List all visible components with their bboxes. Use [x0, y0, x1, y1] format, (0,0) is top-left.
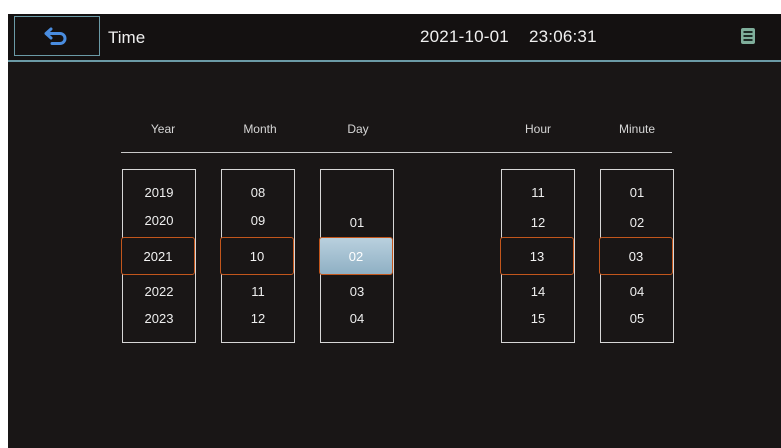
hour-option[interactable]: 11 [502, 183, 574, 203]
minute-label: Minute [618, 122, 656, 136]
minute-picker[interactable]: 01 02 03 04 05 [599, 169, 674, 343]
day-option[interactable]: 03 [321, 282, 393, 302]
month-option[interactable]: 09 [222, 211, 294, 231]
day-label: Day [347, 122, 369, 136]
back-button[interactable] [14, 16, 100, 56]
year-selected[interactable]: 2021 [121, 237, 195, 275]
time-settings-screen: Time 2021-10-01 23:06:31 Year Month Day H… [8, 14, 781, 448]
hour-option[interactable]: 12 [502, 213, 574, 233]
hour-picker[interactable]: 11 12 13 14 15 [500, 169, 575, 343]
current-date: 2021-10-01 [420, 27, 509, 46]
year-label: Year [150, 122, 176, 136]
day-option[interactable]: 04 [321, 309, 393, 329]
minute-option[interactable]: 01 [601, 183, 673, 203]
month-option[interactable]: 12 [222, 309, 294, 329]
top-bar: Time 2021-10-01 23:06:31 [8, 14, 781, 62]
current-time: 23:06:31 [528, 27, 597, 46]
month-selected[interactable]: 10 [220, 237, 294, 275]
page-title: Time [108, 28, 146, 47]
back-arrow-icon [44, 27, 67, 45]
minute-option[interactable]: 02 [601, 213, 673, 233]
hour-option[interactable]: 14 [502, 282, 574, 302]
day-option[interactable] [321, 183, 393, 203]
month-option[interactable]: 08 [222, 183, 294, 203]
header-divider [121, 152, 672, 153]
year-picker[interactable]: 2019 2020 2021 2022 2023 [121, 169, 196, 343]
hour-label: Hour [524, 122, 551, 136]
minute-selected[interactable]: 03 [599, 237, 673, 275]
year-option[interactable]: 2023 [123, 309, 195, 329]
day-selected[interactable]: 02 [319, 237, 393, 275]
day-picker[interactable]: 01 02 03 04 [319, 169, 394, 343]
year-option[interactable]: 2019 [123, 183, 195, 203]
month-picker[interactable]: 08 09 10 11 12 [220, 169, 295, 343]
hour-selected[interactable]: 13 [500, 237, 574, 275]
minute-option[interactable]: 04 [601, 282, 673, 302]
minute-option[interactable]: 05 [601, 309, 673, 329]
year-option[interactable]: 2020 [123, 211, 195, 231]
current-datetime: 2021-10-01 23:06:31 [420, 27, 597, 47]
month-option[interactable]: 11 [222, 282, 294, 302]
hour-option[interactable]: 15 [502, 309, 574, 329]
day-option[interactable]: 01 [321, 213, 393, 233]
month-label: Month [243, 122, 277, 136]
year-option[interactable]: 2022 [123, 282, 195, 302]
card-icon [741, 28, 755, 44]
